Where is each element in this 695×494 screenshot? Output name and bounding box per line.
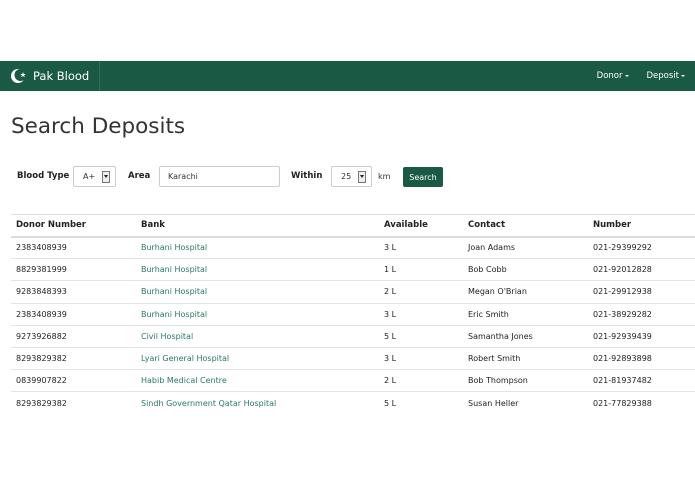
contact-number: 021-77829388 [593,398,652,408]
bank-link[interactable]: Lyari General Hospital [136,347,379,371]
page-title: Search Deposits [11,114,186,139]
table-row: 8829381999 Burhani Hospital 1 L Bob Cobb… [11,258,695,282]
bank-link[interactable]: Burhani Hospital [136,236,379,260]
deposits-table: Donor Number Bank Available Contact Numb… [11,214,695,414]
contact-number: 021-29912938 [588,280,695,304]
bank-link[interactable]: Burhani Hospital [136,258,379,282]
dropdown-arrow-icon [102,171,110,183]
donor-number: 9273926882 [11,325,136,348]
donor-number: 8293829382 [16,398,67,408]
available-amount: 1 L [379,258,463,282]
search-form: Blood Type A+ Area Karachi Within 25 km … [0,166,695,188]
contact-name: Joan Adams [463,236,588,260]
nav-menu: Donor Deposit [589,61,695,91]
contact-name: Samantha Jones [463,325,588,348]
blood-type-label: Blood Type [17,171,70,181]
bank-link[interactable]: Burhani Hospital [136,280,379,304]
column-header: Donor Number [11,214,136,238]
chevron-down-icon [624,75,629,77]
contact-name: Susan Heller [468,398,519,408]
contact-name: Bob Cobb [463,258,588,282]
available-amount: 5 L [384,398,397,408]
available-amount: 3 L [379,303,463,326]
blood-type-select[interactable]: A+ [73,166,116,187]
nav-deposit-label: Deposit [646,71,680,81]
table-header-row: Donor Number Bank Available Contact Numb… [11,214,695,238]
available-amount: 5 L [379,325,463,348]
contact-name: Bob Thompson [463,369,588,393]
available-amount: 2 L [379,369,463,393]
nav-donor-dropdown[interactable]: Donor [597,71,629,81]
contact-number: 021-38929282 [588,303,695,326]
donor-number: 9283848393 [11,280,136,304]
brand-link[interactable]: Pak Blood [0,61,101,91]
contact-number: 021-92012828 [588,258,695,282]
navbar: Pak Blood Donor Deposit [0,61,695,91]
area-label: Area [128,171,151,181]
bank-link[interactable]: Burhani Hospital [136,303,379,326]
available-amount: 3 L [379,236,463,260]
chevron-down-icon [681,75,685,77]
bank-link[interactable]: Habib Medical Centre [136,369,379,393]
table-row: 0839907822 Habib Medical Centre 2 L Bob … [11,369,695,393]
bank-link[interactable]: Sindh Government Qatar Hospital [136,392,379,414]
column-header: Bank [136,214,379,238]
bank-link[interactable]: Civil Hospital [136,325,379,348]
available-amount: 2 L [379,280,463,304]
table-row: 9283848393 Burhani Hospital 2 L Megan O'… [11,280,695,304]
within-label: Within [291,171,323,181]
area-input[interactable]: Karachi [159,166,280,187]
table-row: 2383408939 Burhani Hospital 3 L Joan Ada… [11,236,695,260]
column-header: Contact [463,214,588,238]
contact-number: 021-92893898 [588,347,695,371]
table-row: 2383408939 Burhani Hospital 3 L Eric Smi… [11,303,695,326]
column-header: Number [588,214,695,238]
contact-number: 021-29399292 [588,236,695,260]
donor-number: 8293829382 [11,347,136,371]
donor-number: 8829381999 [11,258,136,282]
nav-deposit-dropdown[interactable]: Deposit [646,71,685,81]
contact-name: Robert Smith [463,347,588,371]
donor-number: 0839907822 [11,369,136,393]
distance-unit: km [378,172,391,181]
dropdown-arrow-icon [358,171,366,183]
donor-number: 2383408939 [11,236,136,260]
column-header: Available [379,214,463,238]
contact-name: Megan O'Brian [463,280,588,304]
table-row: 9273926882 Civil Hospital 5 L Samantha J… [11,325,695,348]
contact-number: 021-81937482 [588,369,695,393]
blood-type-value: A+ [83,172,96,181]
brand-name: Pak Blood [33,69,90,83]
search-button[interactable]: Search [403,167,443,187]
donor-number: 2383408939 [11,303,136,326]
contact-number: 021-92939439 [588,325,695,348]
nav-donor-label: Donor [596,71,623,81]
area-value: Karachi [168,172,198,181]
within-select[interactable]: 25 [331,166,372,187]
available-amount: 3 L [379,347,463,371]
table-row: 8293829382 Sindh Government Qatar Hospit… [11,392,695,414]
contact-name: Eric Smith [463,303,588,326]
table-row: 8293829382 Lyari General Hospital 3 L Ro… [11,347,695,371]
within-value: 25 [341,172,352,181]
crescent-star-icon [11,69,27,83]
